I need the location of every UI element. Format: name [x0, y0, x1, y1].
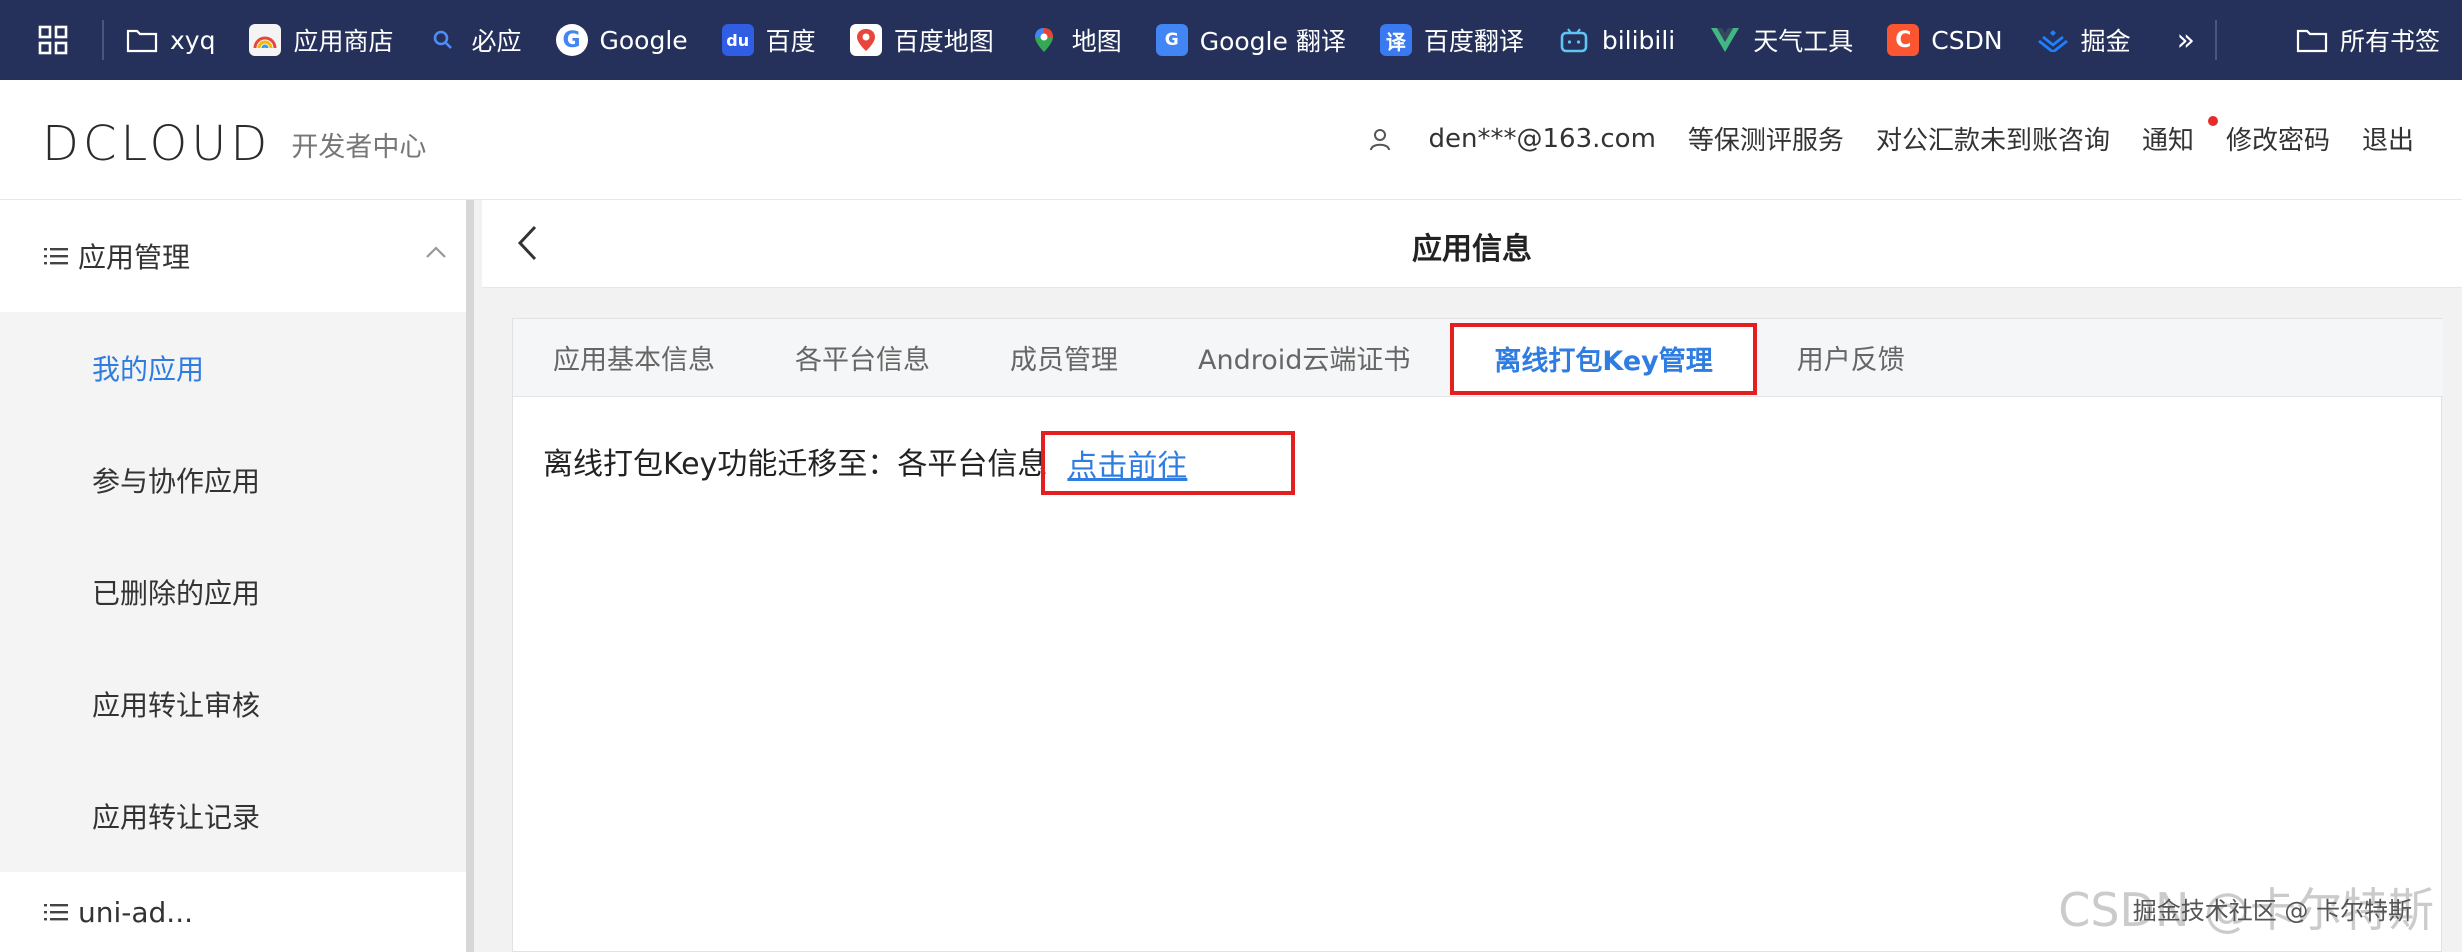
watermark-small: 掘金技术社区 @ 卡尔特斯 [2132, 897, 2412, 925]
app-store-icon [249, 24, 282, 56]
more-bookmarks-icon[interactable]: » [2177, 23, 2195, 58]
bookmark-xyq[interactable]: xyq [126, 0, 215, 80]
bookmark-label: 必应 [471, 27, 522, 56]
bookmark-label: 天气工具 [1753, 27, 1854, 56]
nav-remittance-inquiry[interactable]: 对公汇款未到账咨询 [1876, 120, 2110, 157]
bookmarks-bar: xyq 应用商店 必应 G Google du 百度 百度地图 地图 G Goo… [0, 0, 2462, 80]
go-to-link[interactable]: 点击前往 [1067, 441, 1187, 485]
bookmark-maps[interactable]: 地图 [1028, 0, 1122, 80]
tab-offline-key-management[interactable]: 离线打包Key管理 [1450, 322, 1757, 395]
folder-icon [2296, 27, 2328, 53]
logo-text: DCLOUD [42, 116, 272, 172]
tab-content: 离线打包Key功能迁移至：各平台信息 点击前往 [543, 427, 1296, 495]
bookmark-google[interactable]: G Google [555, 0, 688, 80]
baidu-translate-icon: 译 [1379, 24, 1412, 56]
google-translate-icon: G [1155, 24, 1188, 56]
bookmark-label: bilibili [1601, 25, 1676, 55]
juejin-icon [2037, 24, 2069, 56]
bookmark-label: 百度 [765, 27, 816, 56]
unread-dot [2207, 116, 2218, 126]
bing-search-icon [427, 24, 459, 56]
migration-message: 离线打包Key功能迁移至：各平台信息 [543, 447, 1048, 482]
nav-change-password[interactable]: 修改密码 [2226, 120, 2330, 157]
csdn-icon: C [1887, 24, 1920, 56]
user-icon [1369, 128, 1390, 150]
tab-member-management[interactable]: 成员管理 [970, 319, 1158, 397]
page-title: 应用信息 [1412, 232, 1532, 267]
list-icon [44, 904, 68, 921]
sidebar-items: 我的应用 参与协作应用 已删除的应用 应用转让审核 应用转让记录 [0, 312, 466, 872]
folder-icon [126, 24, 158, 56]
bookmark-juejin[interactable]: 掘金 [2037, 0, 2131, 80]
bookmark-baidu-map[interactable]: 百度地图 [849, 0, 994, 80]
tab-platform-info[interactable]: 各平台信息 [755, 319, 970, 397]
sidebar-group-uni-ad[interactable]: uni-ad... [0, 872, 466, 952]
user-account[interactable]: den***@163.com [1369, 124, 1656, 154]
baidu-map-icon [849, 24, 882, 56]
tab-bar: 应用基本信息 各平台信息 成员管理 Android云端证书 离线打包Key管理 … [513, 319, 2443, 397]
bookmark-google-translate[interactable]: G Google 翻译 [1155, 0, 1346, 80]
tab-basic-info[interactable]: 应用基本信息 [513, 319, 755, 397]
bookmarks-separator [2214, 20, 2217, 60]
bookmark-label: 地图 [1071, 27, 1122, 56]
sidebar-item-collab-apps[interactable]: 参与协作应用 [0, 424, 466, 536]
google-icon: G [555, 24, 588, 56]
dcloud-logo[interactable]: DCLOUD 开发者中心 [42, 116, 426, 172]
sidebar-group-label: uni-ad... [78, 895, 194, 929]
nav-security-service[interactable]: 等保测评服务 [1688, 120, 1844, 157]
app-info-panel: 应用基本信息 各平台信息 成员管理 Android云端证书 离线打包Key管理 … [512, 318, 2443, 952]
bookmark-label: CSDN [1931, 25, 2003, 55]
vue-icon [1709, 24, 1741, 56]
sidebar-item-transfer-review[interactable]: 应用转让审核 [0, 648, 466, 760]
nav-logout[interactable]: 退出 [2362, 120, 2414, 157]
bookmarks-separator [102, 20, 104, 60]
bookmark-baidu[interactable]: du 百度 [721, 0, 816, 80]
sidebar-item-transfer-records[interactable]: 应用转让记录 [0, 760, 466, 872]
site-header: DCLOUD 开发者中心 den***@163.com 等保测评服务 对公汇款未… [0, 80, 2462, 200]
watermark: CSDN @卡尔特斯 掘金技术社区 @ 卡尔特斯 [2058, 874, 2434, 940]
bookmark-csdn[interactable]: C CSDN [1887, 0, 2003, 80]
map-pin-icon [1028, 24, 1060, 56]
all-bookmarks-button[interactable]: 所有书签 [2296, 22, 2440, 58]
bookmark-label: 百度翻译 [1423, 27, 1524, 56]
sidebar-item-deleted-apps[interactable]: 已删除的应用 [0, 536, 466, 648]
bookmark-label: Google 翻译 [1199, 27, 1346, 56]
sidebar-group-app-management[interactable]: 应用管理 [0, 200, 466, 312]
bookmark-baidu-translate[interactable]: 译 百度翻译 [1379, 0, 1524, 80]
bookmark-label: 掘金 [2080, 27, 2131, 56]
bookmark-label: 应用商店 [293, 27, 394, 56]
bookmark-label: xyq [170, 25, 216, 55]
bookmark-weather[interactable]: 天气工具 [1709, 0, 1853, 80]
highlighted-link-box: 点击前往 [1041, 431, 1296, 495]
sidebar-item-my-apps[interactable]: 我的应用 [0, 312, 466, 424]
notifications-label: 通知 [2141, 126, 2194, 156]
list-icon [44, 248, 68, 265]
bookmark-label: Google [599, 25, 688, 55]
user-email: den***@163.com [1428, 123, 1656, 154]
bookmark-app-store[interactable]: 应用商店 [249, 0, 393, 80]
tab-android-cloud-cert[interactable]: Android云端证书 [1158, 319, 1450, 397]
sidebar: 应用管理 我的应用 参与协作应用 已删除的应用 应用转让审核 应用转让记录 un… [0, 200, 474, 952]
bookmark-label: 百度地图 [893, 27, 994, 56]
header-nav: den***@163.com 等保测评服务 对公汇款未到账咨询 通知 修改密码 … [1337, 116, 2414, 157]
tab-user-feedback[interactable]: 用户反馈 [1757, 319, 1945, 397]
logo-subtitle: 开发者中心 [291, 131, 427, 163]
bookmark-bilibili[interactable]: bilibili [1558, 0, 1675, 80]
chevron-up-icon[interactable] [424, 244, 448, 260]
bookmark-bing[interactable]: 必应 [427, 0, 522, 80]
nav-notifications[interactable]: 通知 [2141, 116, 2218, 157]
apps-grid-icon[interactable] [26, 13, 80, 67]
all-bookmarks-label: 所有书签 [2339, 27, 2440, 56]
baidu-icon: du [721, 24, 754, 56]
sidebar-group-label: 应用管理 [78, 241, 191, 274]
main-content: 应用信息 应用基本信息 各平台信息 成员管理 Android云端证书 离线打包K… [482, 200, 2462, 952]
page-title-bar: 应用信息 [482, 200, 2462, 288]
bilibili-icon [1558, 24, 1590, 56]
